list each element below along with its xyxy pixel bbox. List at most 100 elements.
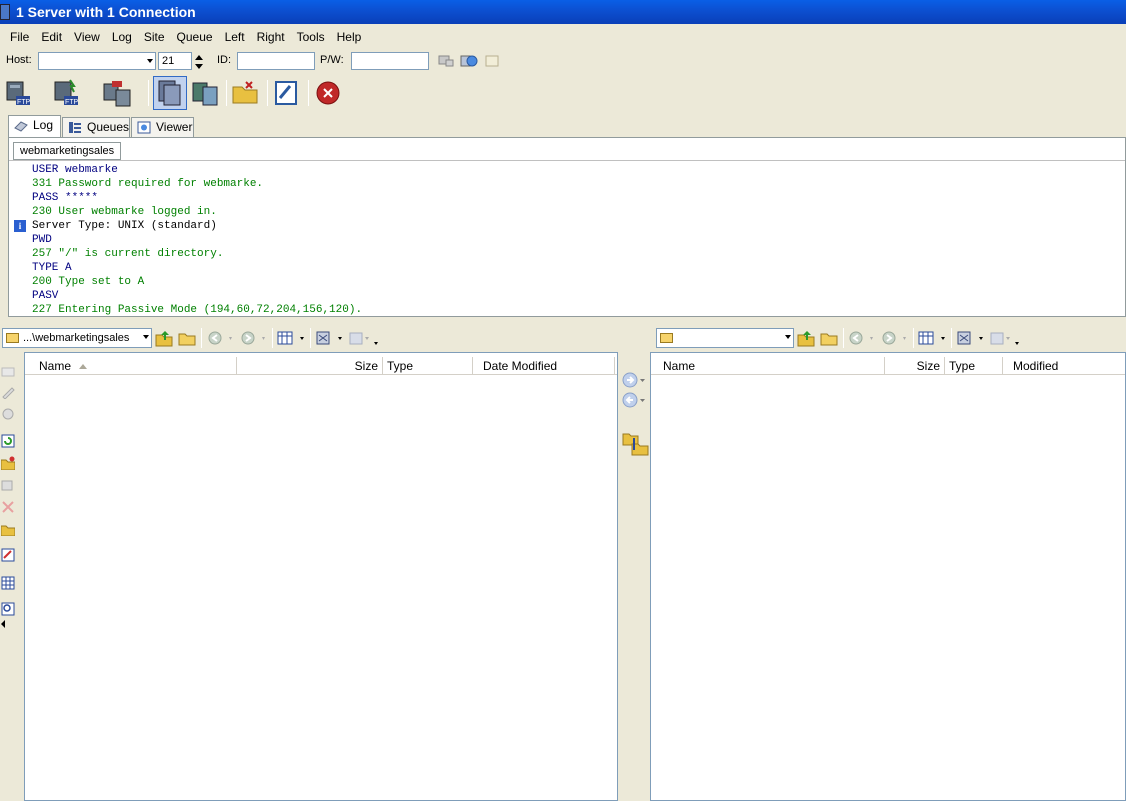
connect-ftp-icon[interactable]: FTP: [4, 78, 34, 108]
left-up-folder-icon[interactable]: [155, 329, 173, 347]
log-line: 230 User webmarke logged in.: [32, 206, 217, 218]
disabled-folder-icon[interactable]: [1, 364, 15, 378]
quick-connect-icon[interactable]: [438, 54, 454, 68]
left-path-text: ...\webmarketingsales: [23, 332, 130, 344]
log-lines: USER webmarke 331 Password required for …: [9, 163, 1125, 317]
log-line: PASS *****: [32, 192, 99, 204]
menu-bar: File Edit View Log Site Queue Left Right…: [0, 27, 1126, 47]
right-tools-icon[interactable]: [989, 329, 1021, 347]
menu-tools[interactable]: Tools: [291, 27, 331, 47]
quick-connect-ftp-icon[interactable]: FTP: [52, 78, 82, 108]
right-view-mode-icon[interactable]: [918, 329, 948, 347]
tab-log-label: Log: [33, 118, 54, 132]
find-icon[interactable]: [1, 602, 15, 616]
left-view-mode-icon[interactable]: [277, 329, 307, 347]
edit-document-icon[interactable]: [272, 78, 302, 108]
left-path-dropdown-icon[interactable]: [143, 335, 149, 339]
right-col-type[interactable]: Type: [945, 357, 1003, 375]
view-file-icon[interactable]: [1, 407, 15, 421]
tab-queues[interactable]: Queues: [62, 117, 130, 137]
port-spinner-icon[interactable]: [194, 53, 204, 71]
menu-queue[interactable]: Queue: [171, 27, 219, 47]
app-icon[interactable]: [0, 4, 10, 20]
right-col-name[interactable]: Name: [651, 357, 885, 375]
menu-log[interactable]: Log: [106, 27, 138, 47]
right-path-dropdown-icon[interactable]: [785, 335, 791, 339]
menu-edit[interactable]: Edit: [35, 27, 68, 47]
viewer-icon: [137, 121, 151, 134]
menu-left[interactable]: Left: [219, 27, 251, 47]
window-title: 1 Server with 1 Connection: [16, 4, 196, 20]
open-folder-icon[interactable]: [230, 78, 260, 108]
tab-viewer-label: Viewer: [156, 120, 193, 134]
right-file-list[interactable]: Name Size Type Modified: [650, 352, 1126, 801]
right-up-folder-icon[interactable]: [797, 329, 815, 347]
delete-icon[interactable]: [1, 500, 15, 514]
stop-icon[interactable]: [314, 78, 344, 108]
right-new-folder-icon[interactable]: [820, 329, 838, 347]
right-path-select[interactable]: [656, 328, 794, 348]
right-list-header: Name Size Type Modified: [651, 357, 1125, 375]
folder-icon: [6, 333, 19, 343]
tab-viewer[interactable]: Viewer: [131, 117, 194, 137]
open-folder-icon[interactable]: [1, 522, 15, 536]
left-back-icon[interactable]: [207, 329, 237, 347]
right-col-modified[interactable]: Modified: [1003, 357, 1126, 375]
id-input[interactable]: [237, 52, 315, 70]
left-tools-icon[interactable]: [348, 329, 380, 347]
left-col-name[interactable]: Name: [25, 357, 237, 375]
left-new-folder-icon[interactable]: [178, 329, 196, 347]
transfer-controls: [620, 352, 650, 801]
collapse-arrow-icon[interactable]: [0, 620, 14, 634]
log-divider: [9, 160, 1125, 161]
url-connect-icon[interactable]: [102, 78, 132, 108]
tab-queues-label: Queues: [87, 120, 130, 134]
left-col-size[interactable]: Size: [237, 357, 383, 375]
port-input[interactable]: 21: [158, 52, 192, 70]
grid-view-icon[interactable]: [1, 576, 15, 590]
tab-log[interactable]: Log: [8, 115, 61, 137]
host-dropdown-icon[interactable]: [147, 59, 153, 63]
right-filter-icon[interactable]: [956, 329, 986, 347]
left-list-header: Name Size Type Date Modified: [25, 357, 617, 375]
menu-help[interactable]: Help: [331, 27, 368, 47]
left-filter-icon[interactable]: [315, 329, 345, 347]
main-toolbar: FTP FTP: [0, 74, 1126, 112]
right-forward-icon[interactable]: [881, 329, 911, 347]
transfer-right-icon[interactable]: [622, 372, 648, 388]
log-line: 227 Entering Passive Mode (194,60,72,204…: [32, 304, 363, 316]
transfer-view-icon[interactable]: [190, 78, 220, 108]
left-path-bar: ...\webmarketingsales: [0, 326, 420, 350]
left-path-select[interactable]: ...\webmarketingsales: [2, 328, 152, 348]
right-back-icon[interactable]: [848, 329, 878, 347]
folder-icon: [660, 333, 673, 343]
menu-site[interactable]: Site: [138, 27, 171, 47]
log-line: TYPE A: [32, 262, 72, 274]
left-forward-icon[interactable]: [240, 329, 270, 347]
left-col-type[interactable]: Type: [383, 357, 473, 375]
menu-file[interactable]: File: [0, 27, 35, 47]
info-icon: i: [14, 220, 26, 232]
svg-text:FTP: FTP: [17, 99, 31, 106]
host-input[interactable]: [38, 52, 156, 70]
menu-right[interactable]: Right: [251, 27, 291, 47]
properties-icon[interactable]: [1, 478, 15, 492]
left-file-list[interactable]: Name Size Type Date Modified: [24, 352, 618, 801]
edit-icon[interactable]: [1, 548, 15, 562]
transfer-left-icon[interactable]: [622, 392, 648, 408]
connect-globe-icon[interactable]: [460, 53, 478, 69]
queues-icon: [69, 122, 81, 133]
menu-view[interactable]: View: [68, 27, 106, 47]
left-col-name-label: Name: [39, 359, 72, 373]
bookmark-icon[interactable]: [484, 54, 500, 68]
left-col-date-modified[interactable]: Date Modified: [473, 357, 615, 375]
password-input[interactable]: [351, 52, 429, 70]
right-col-size[interactable]: Size: [885, 357, 945, 375]
sort-ascending-icon: [79, 364, 88, 370]
local-view-toggle-button[interactable]: [153, 76, 187, 110]
refresh-icon[interactable]: [1, 434, 15, 448]
rename-icon[interactable]: [1, 385, 15, 399]
new-folder-icon[interactable]: [1, 456, 15, 470]
compare-folders-icon[interactable]: [622, 430, 650, 458]
session-tab[interactable]: webmarketingsales: [13, 142, 122, 160]
